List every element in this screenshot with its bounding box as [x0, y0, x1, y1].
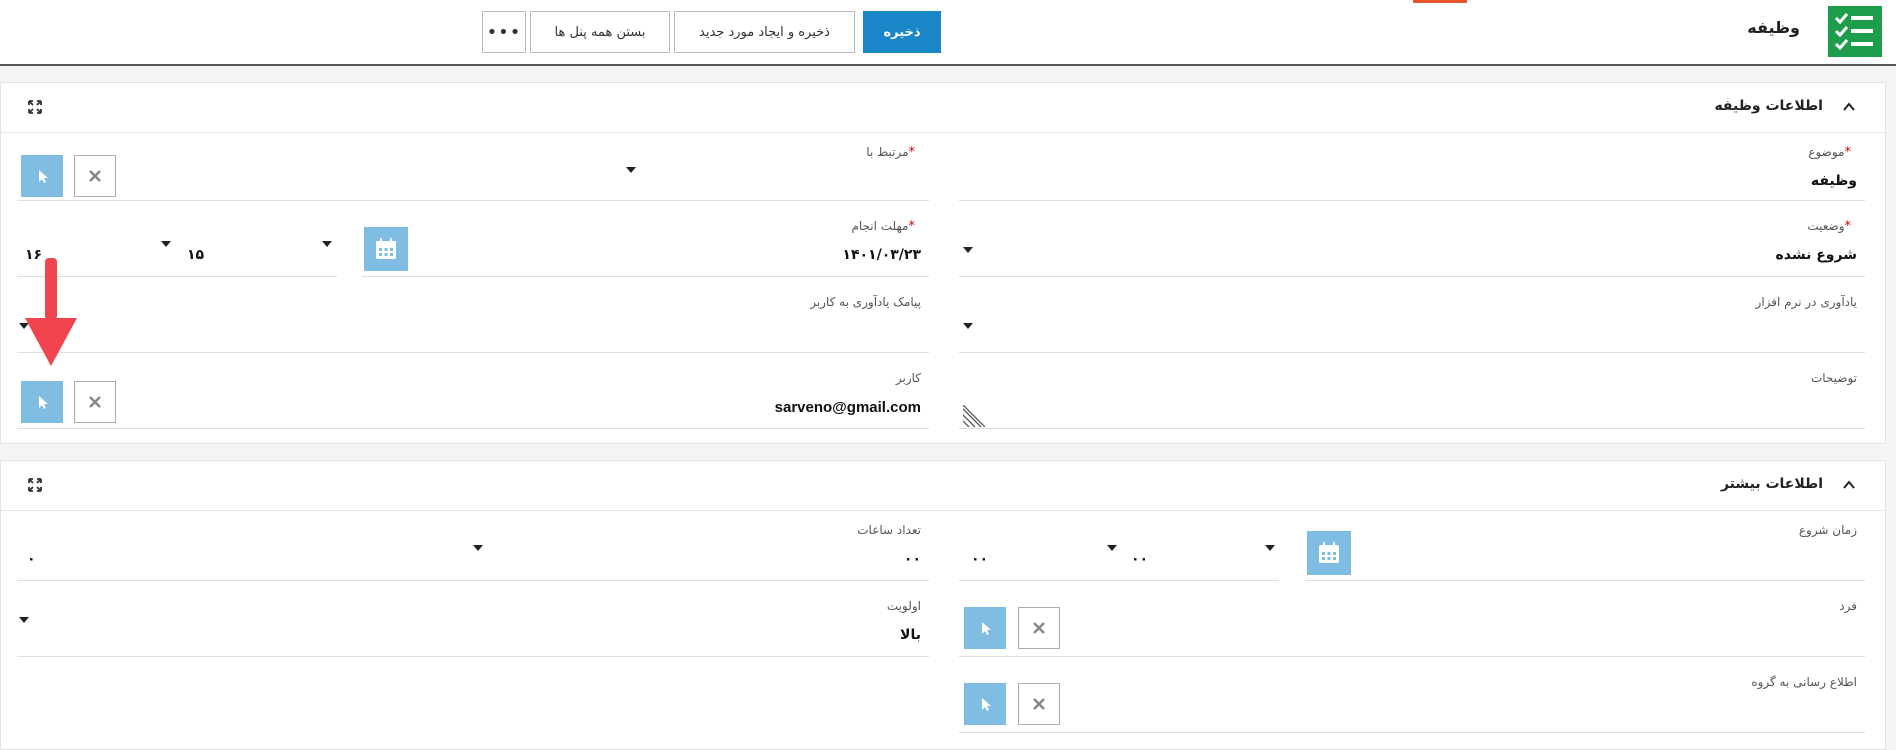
more-options-button[interactable]: ••• [482, 11, 526, 53]
panel-title: اطلاعات بیشتر [1720, 476, 1823, 492]
close-icon [1033, 622, 1045, 634]
deadline-date-field[interactable]: مهلت انجام* ۱۴۰۱/۰۳/۲۳ [362, 207, 929, 277]
select-group-button[interactable] [964, 683, 1006, 725]
deadline-hour-dropdown-icon[interactable] [322, 241, 332, 247]
subject-label: موضوع* [1808, 145, 1851, 160]
clear-person-button[interactable] [1018, 607, 1060, 649]
related-to-field[interactable]: مرتبط با* [17, 133, 929, 201]
priority-label: اولویت [886, 599, 921, 613]
clear-user-button[interactable] [74, 381, 116, 423]
deadline-hour-value[interactable]: ۱۵ [187, 247, 204, 263]
close-icon [1033, 698, 1045, 710]
arrow-down-icon [25, 258, 77, 366]
start-hour-dropdown-icon[interactable] [1265, 545, 1275, 551]
save-button[interactable]: ذخیره [863, 11, 941, 53]
hours-count-value: ۰۰ [903, 551, 921, 567]
close-icon [89, 396, 101, 408]
reminder-sms-field[interactable]: پیامک یادآوری به کاربر [17, 283, 929, 353]
minutes-count-value[interactable]: ۰ [27, 551, 36, 567]
calendar-icon [376, 238, 396, 259]
start-time-date-field[interactable]: زمان شروع [1305, 511, 1865, 581]
start-minute-dropdown-icon[interactable] [1107, 545, 1117, 551]
save-and-new-button[interactable]: ذخیره و ایجاد مورد جدید [674, 11, 855, 53]
task-list-icon [1828, 6, 1882, 57]
subject-field[interactable]: موضوع* وظیفه [959, 133, 1865, 201]
accent-line [1413, 0, 1467, 3]
page-title: وظیفه [1747, 18, 1800, 37]
user-field[interactable]: کاربر sarveno@gmail.com [17, 359, 929, 429]
expand-icon[interactable] [27, 477, 43, 493]
priority-value: بالا [900, 627, 921, 643]
deadline-minute-dropdown-icon[interactable] [161, 241, 171, 247]
hours-count-label: تعداد ساعات [857, 523, 921, 537]
priority-field[interactable]: اولویت بالا [17, 587, 929, 657]
close-icon [89, 170, 101, 182]
start-minute-value[interactable]: ۰۰ [971, 551, 988, 567]
top-toolbar: وظیفه ذخیره ذخیره و ایجاد مورد جدید بستن… [0, 0, 1896, 66]
resize-handle-icon[interactable] [963, 405, 985, 427]
deadline-date-value: ۱۴۰۱/۰۳/۲۳ [842, 247, 921, 263]
user-value: sarveno@gmail.com [774, 399, 921, 416]
task-info-panel: اطلاعات وظیفه موضوع* وظیفه مرتبط با* وضع… [0, 82, 1886, 444]
start-hour-value[interactable]: ۰۰ [1131, 551, 1148, 567]
related-to-dropdown-icon[interactable] [626, 167, 636, 173]
close-all-panels-button[interactable]: بستن همه پنل ها [530, 11, 670, 53]
start-time-calendar-button[interactable] [1307, 531, 1351, 575]
panel-title: اطلاعات وظیفه [1714, 98, 1823, 114]
status-field[interactable]: وضعیت* شروع نشده [959, 207, 1865, 277]
start-time-label: زمان شروع [1798, 523, 1857, 537]
person-field[interactable]: فرد [959, 587, 1865, 657]
related-to-label: مرتبط با* [866, 145, 915, 160]
reminder-app-dropdown-icon[interactable] [963, 323, 973, 329]
select-related-button[interactable] [21, 155, 63, 197]
panel-header[interactable]: اطلاعات وظیفه [1, 83, 1885, 133]
clear-group-button[interactable] [1018, 683, 1060, 725]
subject-value: وظیفه [1810, 173, 1857, 189]
status-value: شروع نشده [1775, 247, 1857, 263]
person-label: فرد [1839, 599, 1857, 613]
reminder-sms-label: پیامک یادآوری به کاربر [810, 295, 921, 309]
notify-group-label: اطلاع رسانی به گروه [1751, 675, 1857, 689]
expand-icon[interactable] [27, 99, 43, 115]
cursor-icon [39, 170, 48, 183]
hours-count-dropdown-icon[interactable] [473, 545, 483, 551]
cursor-icon [39, 396, 48, 409]
cursor-icon [982, 698, 991, 711]
reminder-app-label: یادآوری در نرم افزار [1755, 295, 1857, 309]
select-user-button[interactable] [21, 381, 63, 423]
select-person-button[interactable] [964, 607, 1006, 649]
hours-count-field[interactable]: تعداد ساعات ۰۰ ۰ [17, 511, 929, 581]
user-label: کاربر [895, 371, 921, 385]
chevron-up-icon[interactable] [1841, 477, 1857, 493]
chevron-up-icon[interactable] [1841, 99, 1857, 115]
panel-header[interactable]: اطلاعات بیشتر [1, 461, 1885, 511]
priority-dropdown-icon[interactable] [19, 617, 29, 623]
description-field[interactable]: توضیحات [959, 359, 1865, 429]
reminder-app-field[interactable]: یادآوری در نرم افزار [959, 283, 1865, 353]
deadline-label: مهلت انجام* [851, 219, 915, 234]
status-dropdown-icon[interactable] [963, 247, 973, 253]
clear-related-button[interactable] [74, 155, 116, 197]
more-info-panel: اطلاعات بیشتر زمان شروع ۰۰ ۰۰ تعداد ساعا… [0, 460, 1886, 750]
notify-group-field[interactable]: اطلاع رسانی به گروه [959, 663, 1865, 733]
calendar-icon [1319, 542, 1339, 563]
description-label: توضیحات [1810, 371, 1857, 385]
deadline-calendar-button[interactable] [364, 227, 408, 271]
status-label: وضعیت* [1807, 219, 1851, 234]
cursor-icon [982, 622, 991, 635]
start-time-clock-field[interactable]: ۰۰ ۰۰ [959, 511, 1279, 581]
